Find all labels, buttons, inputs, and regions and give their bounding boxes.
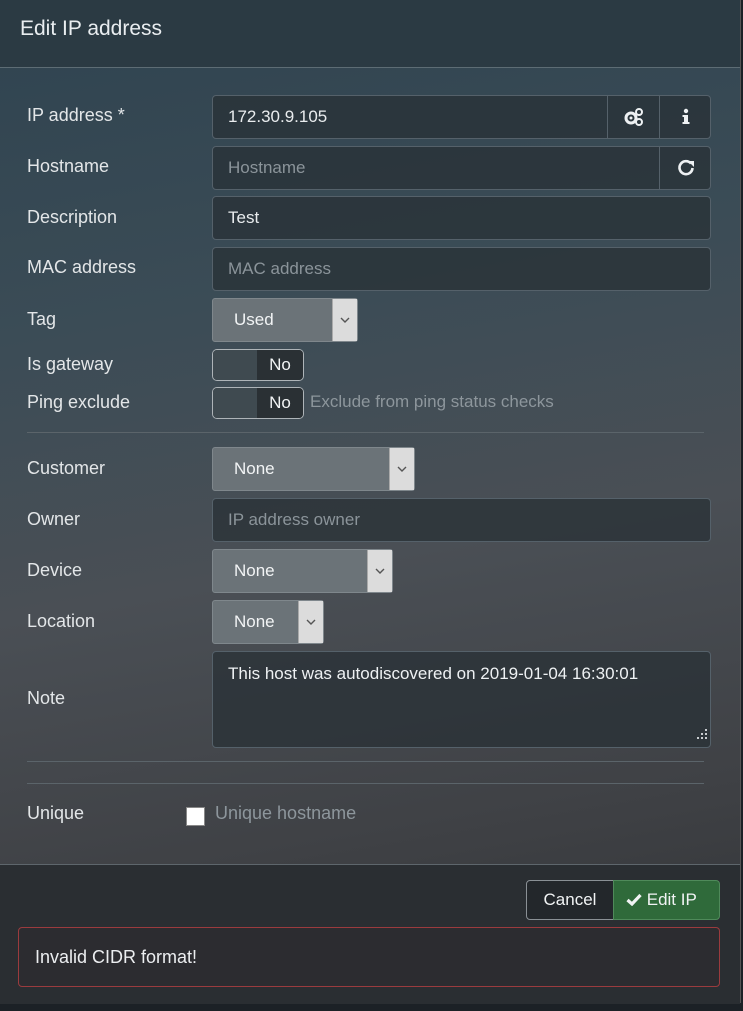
section-divider: [27, 761, 704, 762]
description-input[interactable]: Test: [212, 196, 711, 240]
hostname-placeholder: Hostname: [228, 158, 306, 177]
ping-exclude-hint: Exclude from ping status checks: [310, 392, 554, 411]
chevron-down-icon: [389, 448, 414, 490]
ping-exclude-state: No: [257, 388, 303, 418]
unique-hostname-label: Unique hostname: [215, 803, 357, 823]
mac-address-placeholder: MAC address: [228, 259, 331, 278]
cancel-button[interactable]: Cancel: [526, 880, 614, 920]
tag-select-value: Used: [234, 310, 274, 329]
tag-select[interactable]: Used: [212, 298, 358, 342]
note-value: This host was autodiscovered on 2019-01-…: [228, 664, 639, 683]
unique-hostname-checkbox[interactable]: [186, 807, 205, 826]
is-gateway-state: No: [257, 350, 303, 380]
chevron-down-icon: [298, 601, 323, 643]
customer-select[interactable]: None: [212, 447, 415, 491]
edit-ip-button[interactable]: Edit IP: [613, 880, 720, 920]
section-divider: [27, 432, 704, 433]
modal-title: Edit IP address: [20, 17, 163, 40]
toggle-knob: [213, 388, 259, 418]
owner-placeholder: IP address owner: [228, 510, 360, 529]
modal-footer: Cancel Edit IP Invalid CIDR format!: [0, 864, 740, 1004]
ip-address-input[interactable]: 172.30.9.105: [212, 95, 711, 139]
tag-label: Tag: [27, 309, 57, 329]
refresh-icon[interactable]: [659, 147, 711, 189]
device-label: Device: [27, 560, 83, 580]
device-select-value: None: [234, 561, 275, 580]
ip-address-label: IP address *: [27, 105, 125, 125]
resize-handle-icon[interactable]: [697, 724, 707, 744]
toggle-knob: [213, 350, 259, 380]
mac-address-input[interactable]: MAC address: [212, 247, 711, 291]
device-select[interactable]: None: [212, 549, 393, 593]
hostname-label: Hostname: [27, 156, 110, 176]
chevron-down-icon: [332, 299, 357, 341]
is-gateway-toggle[interactable]: No: [212, 349, 304, 381]
mac-address-label: MAC address: [27, 257, 137, 277]
note-label: Note: [27, 688, 66, 708]
description-label: Description: [27, 207, 118, 227]
owner-label: Owner: [27, 509, 81, 529]
location-label: Location: [27, 611, 96, 631]
edit-ip-modal: Edit IP address IP address * 172.30.9.10…: [0, 0, 741, 1004]
is-gateway-label: Is gateway: [27, 354, 114, 374]
info-icon[interactable]: [659, 96, 711, 138]
owner-input[interactable]: IP address owner: [212, 498, 711, 542]
ping-exclude-label: Ping exclude: [27, 392, 131, 412]
edit-ip-button-label: Edit IP: [646, 890, 697, 909]
description-value: Test: [228, 208, 260, 227]
location-select-value: None: [234, 612, 275, 631]
note-textarea[interactable]: This host was autodiscovered on 2019-01-…: [212, 651, 711, 748]
hostname-input[interactable]: Hostname: [212, 146, 711, 190]
section-divider: [27, 783, 704, 784]
check-icon: [626, 890, 647, 909]
customer-label: Customer: [27, 458, 106, 478]
ping-exclude-toggle[interactable]: No: [212, 387, 304, 419]
ip-address-value: 172.30.9.105: [228, 107, 328, 126]
chevron-down-icon: [367, 550, 392, 592]
modal-header: Edit IP address: [0, 0, 740, 68]
gears-icon[interactable]: [607, 96, 659, 138]
error-alert: Invalid CIDR format!: [18, 927, 720, 987]
location-select[interactable]: None: [212, 600, 324, 644]
unique-label: Unique: [27, 803, 85, 823]
customer-select-value: None: [234, 459, 275, 478]
